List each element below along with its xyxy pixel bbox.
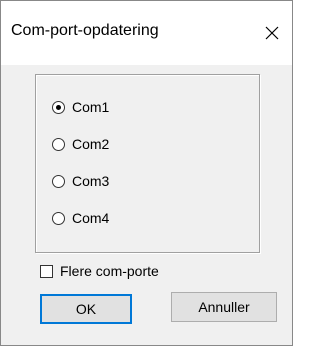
close-button[interactable] bbox=[255, 13, 289, 53]
radio-label-com3: Com3 bbox=[72, 173, 110, 189]
multi-port-checkbox[interactable] bbox=[40, 264, 53, 278]
port-group-box: Com1 Com2 Com3 Com4 bbox=[35, 74, 260, 253]
radio-selected-dot bbox=[56, 104, 61, 110]
radio-button-com2[interactable] bbox=[52, 137, 65, 151]
title-bar: Com-port-opdatering bbox=[1, 1, 292, 65]
radio-com1[interactable]: Com1 bbox=[52, 97, 109, 117]
radio-button-com4[interactable] bbox=[52, 211, 65, 225]
radio-com3[interactable]: Com3 bbox=[52, 171, 109, 191]
ok-button[interactable]: OK bbox=[40, 294, 132, 324]
radio-button-com1[interactable] bbox=[52, 100, 65, 114]
radio-com2[interactable]: Com2 bbox=[52, 134, 109, 154]
dialog-window: Com-port-opdatering Com1 Com2 Com3 Com4 … bbox=[0, 0, 293, 346]
radio-label-com4: Com4 bbox=[72, 210, 110, 226]
close-icon bbox=[265, 26, 279, 40]
radio-button-com3[interactable] bbox=[52, 174, 65, 188]
radio-com4[interactable]: Com4 bbox=[52, 208, 109, 228]
window-title: Com-port-opdatering bbox=[11, 22, 159, 39]
cancel-button[interactable]: Annuller bbox=[171, 292, 277, 322]
radio-label-com2: Com2 bbox=[72, 136, 110, 152]
multi-port-checkbox-row[interactable]: Flere com-porte bbox=[40, 261, 159, 281]
radio-label-com1: Com1 bbox=[72, 99, 110, 115]
multi-port-label: Flere com-porte bbox=[60, 263, 159, 279]
